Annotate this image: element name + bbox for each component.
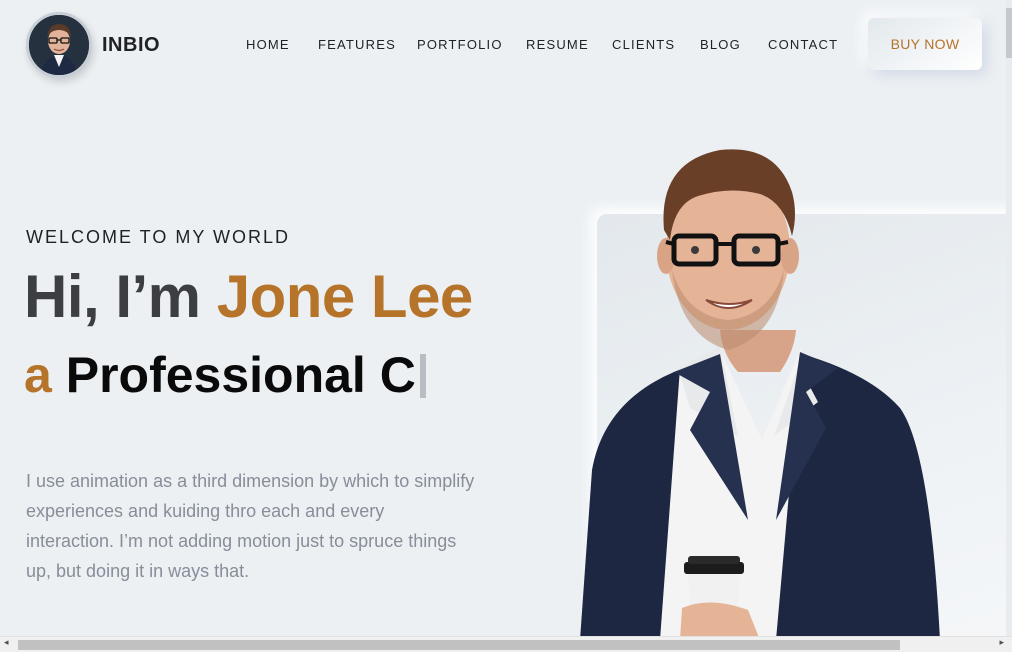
nav-home[interactable]: HOME: [246, 37, 290, 52]
nav-resume[interactable]: RESUME: [526, 37, 589, 52]
hero-person-image: [580, 149, 940, 640]
brand-name[interactable]: INBIO: [102, 34, 160, 57]
nav-features[interactable]: FEATURES: [318, 37, 396, 52]
greeting-text: Hi, I’m: [24, 263, 217, 330]
hero-heading: Hi, I’m Jone Lee: [24, 262, 473, 331]
vertical-scrollbar[interactable]: [1006, 0, 1012, 636]
page: INBIO HOME FEATURES PORTFOLIO RESUME CLI…: [0, 0, 1012, 652]
buy-now-button[interactable]: BUY NOW: [868, 18, 982, 70]
scroll-right-icon[interactable]: ▸: [999, 638, 1004, 648]
nav-portfolio[interactable]: PORTFOLIO: [417, 37, 503, 52]
avatar[interactable]: [26, 12, 92, 78]
horizontal-scroll-thumb[interactable]: [18, 640, 900, 650]
nav-blog[interactable]: BLOG: [700, 37, 741, 52]
horizontal-scrollbar[interactable]: ◂ ▸: [0, 636, 1012, 652]
welcome-text: WELCOME TO MY WORLD: [26, 227, 291, 247]
role-prefix: a: [24, 347, 52, 403]
typing-cursor: [419, 354, 426, 398]
role-typed-text: Professional C: [65, 347, 416, 403]
scroll-left-icon[interactable]: ◂: [4, 638, 9, 648]
nav-clients[interactable]: CLIENTS: [612, 37, 675, 52]
nav-contact[interactable]: CONTACT: [768, 37, 838, 52]
hero-name: Jone Lee: [216, 263, 474, 330]
hero-description: I use animation as a third dimension by …: [26, 471, 475, 581]
hero-role: a Professional C: [24, 346, 426, 404]
logo[interactable]: INBIO: [26, 12, 160, 78]
vertical-scroll-thumb[interactable]: [1006, 8, 1012, 58]
